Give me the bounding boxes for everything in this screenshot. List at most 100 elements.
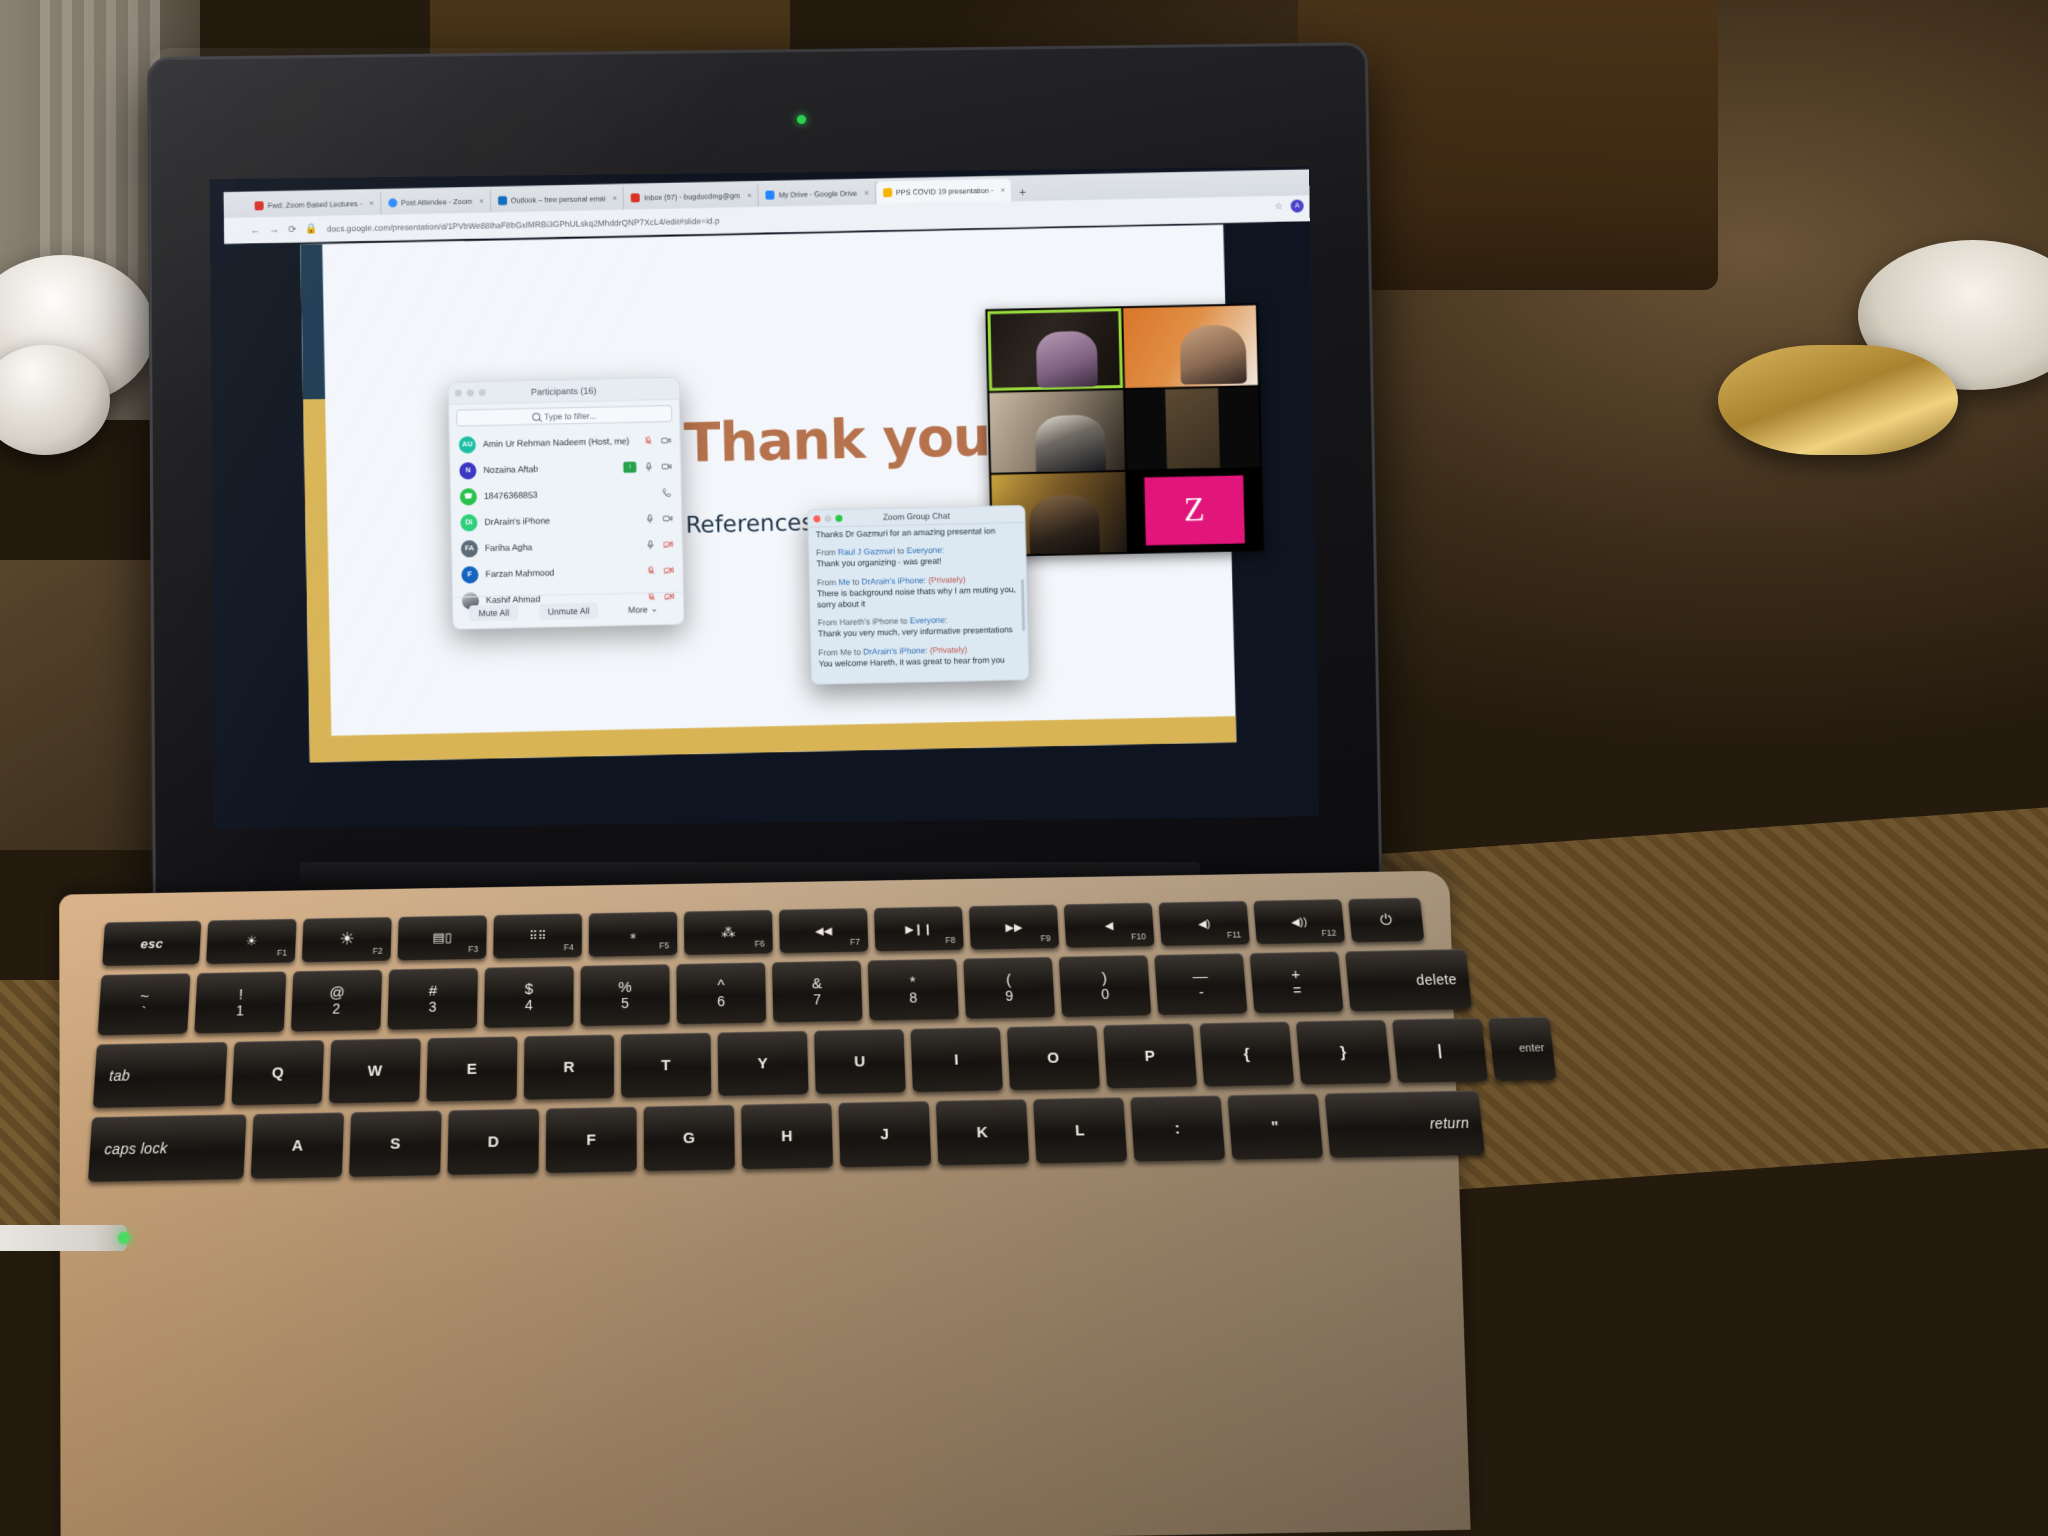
participant-controls[interactable] bbox=[644, 512, 673, 524]
key-bracket-right[interactable]: } bbox=[1295, 1019, 1392, 1085]
video-off-icon[interactable] bbox=[663, 564, 674, 575]
browser-tab-5[interactable]: PPS COVID 19 presentation - × bbox=[875, 178, 1012, 205]
key-semicolon[interactable]: : bbox=[1130, 1095, 1226, 1162]
participant-tile-3[interactable] bbox=[989, 390, 1125, 473]
new-tab-button[interactable]: + bbox=[1011, 185, 1034, 201]
key-f7[interactable]: ◀◀ F7 bbox=[778, 908, 869, 954]
key-f8[interactable]: ▶❙❙ F8 bbox=[873, 906, 964, 952]
participant-tile-6[interactable]: Z bbox=[1126, 468, 1263, 552]
participant-controls[interactable]: ↑ bbox=[623, 460, 672, 473]
key-tab[interactable]: tab bbox=[92, 1041, 228, 1108]
key-f6[interactable]: ⁂ F6 bbox=[683, 909, 773, 955]
key-w[interactable]: W bbox=[328, 1038, 421, 1104]
key-i[interactable]: I bbox=[910, 1027, 1003, 1093]
video-on-icon[interactable] bbox=[661, 434, 672, 445]
close-icon[interactable] bbox=[813, 515, 821, 523]
key-8[interactable]: * 8 bbox=[867, 958, 959, 1021]
participant-controls[interactable] bbox=[645, 538, 674, 550]
browser-tab-3[interactable]: Inbox (97) - bugdocdmg@gm × bbox=[623, 183, 759, 210]
scrollbar[interactable] bbox=[1020, 578, 1026, 632]
key-e[interactable]: E bbox=[426, 1036, 518, 1102]
key-return[interactable]: return bbox=[1324, 1090, 1485, 1158]
browser-tab-0[interactable]: Fwd: Zoom Based Lectures - × bbox=[247, 191, 382, 218]
key-5[interactable]: % 5 bbox=[580, 964, 670, 1027]
participant-tile-1[interactable] bbox=[987, 308, 1123, 391]
close-icon[interactable]: × bbox=[747, 191, 752, 200]
key-o[interactable]: O bbox=[1006, 1025, 1101, 1091]
mute-all-button[interactable]: Mute All bbox=[469, 603, 519, 621]
key-q[interactable]: Q bbox=[231, 1040, 325, 1106]
key-u[interactable]: U bbox=[814, 1029, 906, 1095]
close-icon[interactable]: × bbox=[479, 197, 484, 206]
star-icon[interactable]: ☆ bbox=[1275, 201, 1283, 212]
key-7[interactable]: & 7 bbox=[772, 960, 863, 1023]
mic-on-icon[interactable] bbox=[644, 513, 655, 524]
arrow-back-icon[interactable]: ← bbox=[250, 225, 260, 236]
key-l[interactable]: L bbox=[1033, 1097, 1128, 1164]
search-input[interactable]: Type to filter... bbox=[456, 404, 673, 427]
key-delete[interactable]: delete bbox=[1345, 949, 1473, 1012]
video-on-icon[interactable] bbox=[662, 512, 673, 523]
key-f2[interactable]: ☀ F2 bbox=[301, 917, 392, 963]
minimize-icon[interactable] bbox=[824, 515, 832, 523]
key-4[interactable]: $4 bbox=[483, 966, 574, 1028]
key-quote[interactable]: " bbox=[1227, 1093, 1324, 1160]
close-icon[interactable]: × bbox=[369, 199, 374, 208]
more-button[interactable]: More ⌄ bbox=[619, 600, 667, 618]
key-bracket-left[interactable]: { bbox=[1199, 1021, 1295, 1087]
avatar[interactable]: A bbox=[1290, 199, 1304, 213]
key-f3[interactable]: ▤▯ F3 bbox=[397, 915, 487, 961]
key-0[interactable]: ) 0 bbox=[1058, 955, 1152, 1017]
key-d[interactable]: D bbox=[447, 1108, 540, 1175]
key-backslash[interactable]: | bbox=[1392, 1017, 1489, 1083]
browser-tab-4[interactable]: My Drive - Google Drive × bbox=[758, 181, 877, 207]
participant-controls[interactable] bbox=[645, 564, 674, 576]
key-minus[interactable]: — - bbox=[1154, 953, 1248, 1016]
video-off-icon[interactable] bbox=[663, 538, 674, 549]
participant-controls[interactable] bbox=[662, 486, 673, 497]
key-j[interactable]: J bbox=[838, 1101, 932, 1168]
maximize-icon[interactable] bbox=[835, 514, 843, 523]
key-a[interactable]: A bbox=[250, 1112, 345, 1179]
window-controls[interactable] bbox=[454, 389, 486, 397]
key-s[interactable]: S bbox=[349, 1110, 442, 1177]
mic-on-icon[interactable] bbox=[643, 461, 654, 472]
participant-tile-2[interactable] bbox=[1122, 305, 1258, 388]
key-t[interactable]: T bbox=[621, 1032, 712, 1098]
key-g[interactable]: G bbox=[643, 1104, 735, 1172]
participant-tile-4[interactable] bbox=[1124, 387, 1260, 470]
raise-hand-icon[interactable]: ↑ bbox=[623, 461, 637, 473]
mic-muted-icon[interactable] bbox=[643, 435, 654, 446]
key-3[interactable]: #3 bbox=[387, 967, 478, 1030]
minimize-icon[interactable] bbox=[466, 389, 474, 397]
key-f11[interactable]: ◀) F11 bbox=[1158, 900, 1250, 946]
key-f5[interactable]: ⁎ F5 bbox=[588, 911, 678, 957]
chat-message-list[interactable]: Thanks Dr Gazmuri for an amazing present… bbox=[809, 523, 1029, 685]
mic-on-icon[interactable] bbox=[645, 539, 656, 550]
key-6[interactable]: ^ 6 bbox=[676, 962, 767, 1025]
key-f1[interactable]: ☀ F1 bbox=[206, 918, 297, 965]
browser-tab-1[interactable]: Post Attendee - Zoom × bbox=[380, 189, 492, 215]
mic-muted-icon[interactable] bbox=[645, 565, 656, 576]
arrow-forward-icon[interactable]: → bbox=[269, 224, 279, 235]
key-y[interactable]: Y bbox=[717, 1030, 809, 1096]
key-caps-lock[interactable]: caps lock bbox=[87, 1114, 247, 1182]
phone-icon[interactable] bbox=[662, 486, 673, 497]
key-f10[interactable]: ◀ F10 bbox=[1063, 902, 1155, 948]
key-esc[interactable]: esc bbox=[102, 920, 202, 967]
participant-controls[interactable] bbox=[643, 434, 672, 446]
key-f9[interactable]: ▶▶ F9 bbox=[968, 904, 1060, 950]
maximize-icon[interactable] bbox=[478, 389, 486, 397]
key-h[interactable]: H bbox=[741, 1102, 834, 1170]
key-f[interactable]: F bbox=[545, 1106, 637, 1174]
close-icon[interactable]: × bbox=[612, 194, 617, 203]
key-p[interactable]: P bbox=[1103, 1023, 1198, 1089]
key-equals[interactable]: + = bbox=[1249, 951, 1344, 1014]
reload-icon[interactable]: ⟳ bbox=[288, 224, 297, 235]
key-9[interactable]: (9 bbox=[963, 956, 1056, 1019]
key-2[interactable]: @2 bbox=[290, 969, 383, 1032]
url-text[interactable]: docs.google.com/presentation/d/1PVbWe88l… bbox=[327, 216, 720, 233]
key-r[interactable]: R bbox=[523, 1034, 614, 1100]
key-k[interactable]: K bbox=[935, 1099, 1030, 1166]
unmute-all-button[interactable]: Unmute All bbox=[538, 602, 599, 620]
